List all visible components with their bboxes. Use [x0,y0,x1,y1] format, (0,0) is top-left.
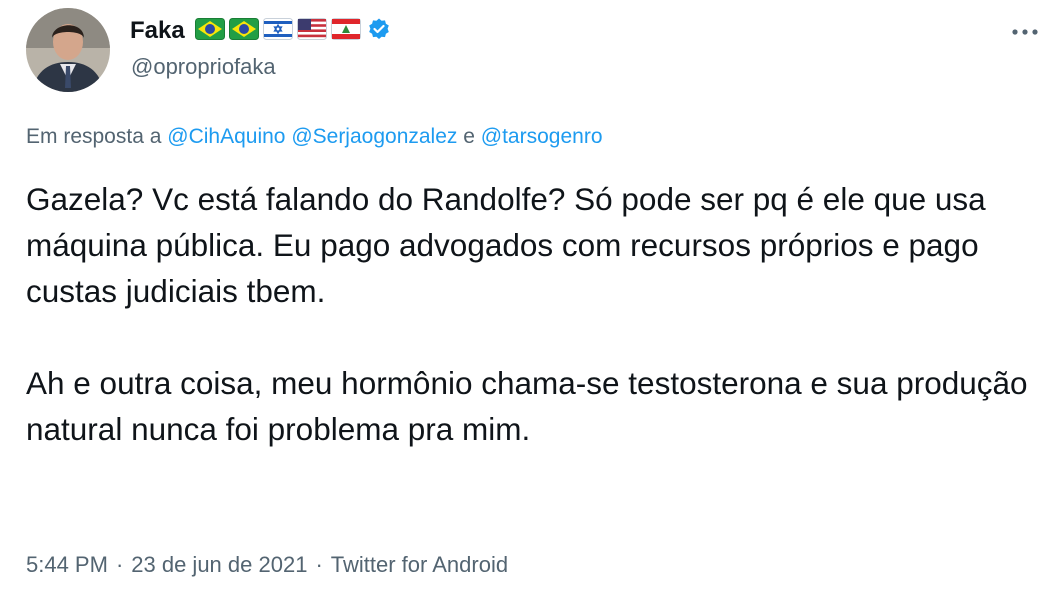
lebanon-flag-icon [330,17,361,45]
display-name[interactable]: Faka [130,17,185,45]
reply-context: Em resposta a @CihAquino @Serjaogonzalez… [26,125,603,149]
usa-flag-icon [296,17,327,45]
meta-separator: · [315,552,323,577]
mention-link[interactable]: @CihAquino [167,125,285,148]
tweet-date[interactable]: 23 de jun de 2021 [131,552,307,577]
tweet-card: Faka @opropriofaka Em resposta a @CihAqu… [0,0,1054,600]
mention-link[interactable]: @Serjaogonzalez [291,125,457,148]
tweet-source[interactable]: Twitter for Android [331,552,508,577]
brazil-flag-icon [194,17,225,45]
avatar-image [26,8,110,92]
author-handle[interactable]: @opropriofaka [131,54,276,80]
reply-prefix: Em resposta a [26,125,162,148]
avatar[interactable] [26,8,110,92]
brazil-flag-icon [228,17,259,45]
reply-conjunction: e [463,125,475,148]
tweet-text: Gazela? Vc está falando do Randolfe? Só … [26,176,1036,452]
tweet-metadata: 5:44 PM · 23 de jun de 2021 · Twitter for An… [26,552,508,578]
tweet-time[interactable]: 5:44 PM [26,552,108,577]
meta-separator: · [115,552,124,577]
tweet-paragraph: Gazela? Vc está falando do Randolfe? Só … [26,181,986,309]
israel-flag-icon [262,17,293,45]
verified-badge-icon [367,17,391,46]
author-name-row: Faka [130,14,391,48]
mention-link[interactable]: @tarsogenro [481,125,603,148]
more-dots-icon [1012,29,1038,35]
tweet-paragraph: Ah e outra coisa, meu hormônio chama-se … [26,365,1028,447]
more-options-button[interactable] [1008,20,1042,44]
